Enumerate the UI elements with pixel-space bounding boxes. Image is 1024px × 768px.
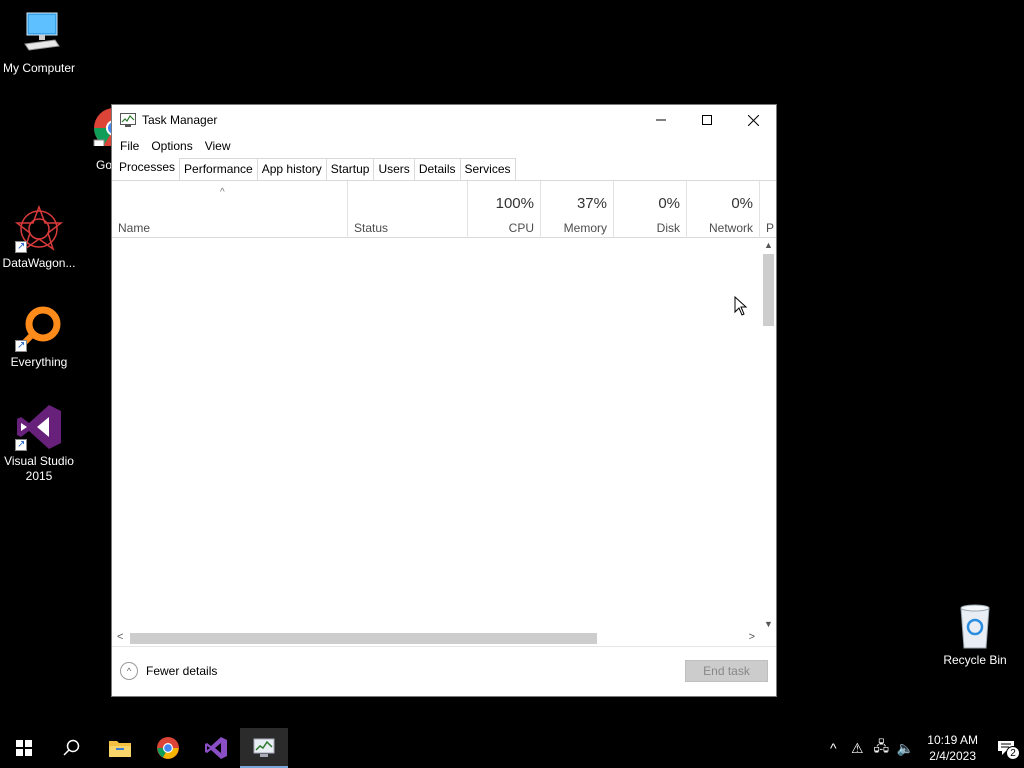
- scroll-up-icon[interactable]: ▲: [761, 240, 776, 250]
- folder-icon: [109, 741, 131, 757]
- recycle-bin-icon: [951, 602, 999, 650]
- start-button[interactable]: [0, 728, 48, 768]
- scroll-thumb[interactable]: [763, 254, 774, 326]
- desktop-icon-label: Everything: [10, 355, 68, 369]
- column-label: CPU: [508, 221, 534, 235]
- menu-bar: File Options View: [112, 135, 776, 157]
- action-center-button[interactable]: 2: [988, 728, 1024, 768]
- menu-view[interactable]: View: [199, 139, 237, 153]
- scroll-down-icon[interactable]: ▼: [761, 619, 776, 629]
- task-manager-window[interactable]: Task Manager File Options View Processes…: [111, 104, 777, 697]
- close-icon: [747, 114, 759, 126]
- network-percent: 0%: [731, 195, 753, 212]
- tab-performance[interactable]: Performance: [179, 158, 258, 180]
- visual-studio-icon: [15, 403, 63, 452]
- scroll-left-icon[interactable]: <: [117, 631, 123, 643]
- column-label: P: [766, 221, 775, 235]
- horizontal-scrollbar[interactable]: < >: [112, 631, 761, 646]
- column-status[interactable]: Status: [347, 181, 467, 238]
- taskbar: ^ ⚠ 🖧 🔈 10:19 AM 2/4/2023 2: [0, 728, 1024, 768]
- shortcut-arrow-icon: [15, 437, 27, 452]
- maximize-icon: [702, 115, 712, 125]
- windows-logo-icon: [16, 740, 32, 756]
- search-button[interactable]: [48, 728, 96, 768]
- system-tray: ^ ⚠ 🖧 🔈 10:19 AM 2/4/2023 2: [821, 728, 1024, 768]
- security-alert-icon[interactable]: ⚠: [845, 740, 869, 757]
- chrome-icon: [157, 737, 179, 759]
- footer-bar: ^ Fewer details End task: [112, 646, 776, 696]
- taskbar-visual-studio[interactable]: [192, 728, 240, 768]
- mouse-cursor-icon: [734, 296, 748, 316]
- column-label: Status: [354, 221, 389, 235]
- maximize-button[interactable]: [684, 105, 730, 135]
- taskbar-task-manager[interactable]: [240, 728, 288, 768]
- tab-services[interactable]: Services: [459, 158, 516, 180]
- desktop-icon-label: Recycle Bin: [943, 653, 1007, 667]
- desktop-icon-datawagon[interactable]: DataWagon...: [0, 204, 78, 271]
- task-manager-icon: [253, 738, 275, 757]
- window-title: Task Manager: [142, 113, 218, 127]
- taskbar-chrome[interactable]: [144, 728, 192, 768]
- menu-options[interactable]: Options: [145, 139, 198, 153]
- close-button[interactable]: [730, 105, 776, 135]
- fewer-details-button[interactable]: ^ Fewer details: [120, 662, 217, 680]
- disk-percent: 0%: [658, 195, 680, 212]
- minimize-button[interactable]: [638, 105, 684, 135]
- tab-users[interactable]: Users: [373, 158, 415, 180]
- shortcut-arrow-icon: [15, 239, 27, 254]
- end-task-button[interactable]: End task: [685, 660, 768, 682]
- title-bar[interactable]: Task Manager: [112, 105, 776, 135]
- column-header-row: ^ Name Status 100% CPU 37% Memory 0% Dis…: [112, 181, 776, 238]
- computer-icon: [15, 10, 63, 58]
- tab-strip: Processes Performance App history Startu…: [112, 156, 776, 181]
- clock-date: 2/4/2023: [929, 749, 976, 763]
- tab-details[interactable]: Details: [413, 158, 461, 180]
- volume-icon[interactable]: 🔈: [893, 740, 917, 757]
- column-cpu[interactable]: 100% CPU: [467, 181, 540, 238]
- clock[interactable]: 10:19 AM 2/4/2023: [927, 732, 978, 764]
- minimize-icon: [656, 119, 666, 121]
- scroll-thumb[interactable]: [130, 633, 597, 644]
- desktop-icon-label: Visual Studio 2015: [4, 454, 74, 483]
- cpu-percent: 100%: [495, 195, 534, 212]
- column-power-partial[interactable]: P: [759, 181, 776, 238]
- network-icon[interactable]: 🖧: [869, 736, 893, 760]
- show-hidden-icons-chevron-icon[interactable]: ^: [821, 740, 845, 756]
- process-list[interactable]: ▲ ▼: [112, 238, 776, 631]
- column-label: Memory: [563, 221, 607, 235]
- notification-count-badge: 2: [1006, 746, 1020, 760]
- tab-startup[interactable]: Startup: [325, 158, 375, 180]
- column-memory[interactable]: 37% Memory: [540, 181, 613, 238]
- column-name[interactable]: ^ Name: [112, 181, 347, 238]
- fewer-details-label: Fewer details: [146, 664, 218, 678]
- scroll-right-icon[interactable]: >: [749, 631, 755, 643]
- everything-search-icon: [15, 304, 63, 353]
- column-label: Network: [708, 221, 753, 235]
- task-manager-icon: [120, 113, 136, 127]
- desktop-icon-everything[interactable]: Everything: [0, 304, 78, 370]
- chevron-up-icon: ^: [120, 662, 138, 680]
- taskbar-file-explorer[interactable]: [96, 728, 144, 768]
- desktop-icon-recycle-bin[interactable]: Recycle Bin: [936, 602, 1014, 668]
- column-network[interactable]: 0% Network: [686, 181, 759, 238]
- column-label: Name: [118, 221, 151, 235]
- desktop-icon-label: DataWagon...: [2, 256, 76, 270]
- visual-studio-icon: [205, 737, 227, 759]
- menu-file[interactable]: File: [114, 139, 145, 153]
- column-disk[interactable]: 0% Disk: [613, 181, 686, 238]
- search-icon: [63, 739, 80, 756]
- datawagon-icon: [14, 204, 64, 254]
- desktop-icon-visual-studio[interactable]: Visual Studio 2015: [0, 403, 78, 484]
- vertical-scrollbar[interactable]: ▲ ▼: [761, 238, 776, 631]
- sort-up-icon: ^: [220, 187, 225, 198]
- shortcut-arrow-icon: [15, 338, 27, 353]
- memory-percent: 37%: [576, 195, 607, 212]
- desktop-icon-my-computer[interactable]: My Computer: [0, 10, 78, 76]
- tab-processes[interactable]: Processes: [114, 156, 181, 180]
- column-label: Disk: [656, 221, 680, 235]
- tab-app-history[interactable]: App history: [256, 158, 327, 180]
- clock-time: 10:19 AM: [927, 733, 978, 747]
- desktop-icon-label: My Computer: [2, 61, 76, 75]
